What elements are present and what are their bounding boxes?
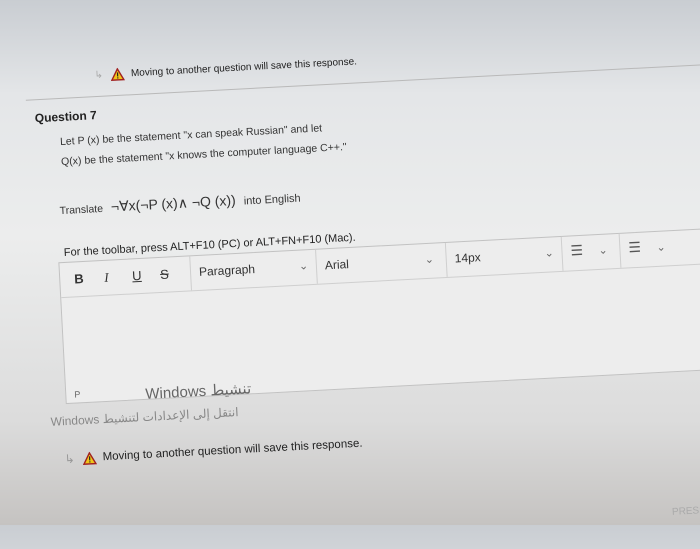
chevron-down-icon: ⌄ xyxy=(598,244,609,257)
page: ↳ Moving to another question will save t… xyxy=(0,0,700,549)
back-arrow-icon: ↳ xyxy=(64,451,76,467)
strikethrough-button[interactable]: S xyxy=(160,267,169,282)
bottom-warning-text: Moving to another question will save thi… xyxy=(102,437,363,464)
font-family-select[interactable]: Arial ⌄ xyxy=(315,242,448,284)
chevron-down-icon: ⌄ xyxy=(656,241,666,254)
bold-button[interactable]: B xyxy=(74,271,84,286)
paragraph-format-select[interactable]: Paragraph ⌄ xyxy=(189,249,318,291)
numbered-list-select[interactable]: ☰ ⌄ xyxy=(618,230,680,268)
editor-status-path: P xyxy=(74,389,81,400)
chevron-down-icon: ⌄ xyxy=(424,253,435,267)
underline-button[interactable]: U xyxy=(132,268,142,283)
top-warning-text: Moving to another question will save thi… xyxy=(130,56,358,80)
bottom-save-warning: ↳ Moving to another question will save t… xyxy=(64,437,363,467)
numbered-list-icon: ☰ xyxy=(627,238,642,256)
translate-label: Translate xyxy=(59,202,104,218)
translate-suffix: into English xyxy=(243,192,301,208)
paragraph-select-value: Paragraph xyxy=(198,261,256,279)
italic-button[interactable]: I xyxy=(104,270,109,286)
top-save-warning: ↳ Moving to another question will save t… xyxy=(94,55,357,82)
chevron-down-icon: ⌄ xyxy=(298,260,309,273)
windows-activation-text: Windows انتقل إلى الإعدادات لتنشيط xyxy=(50,405,239,429)
size-select-value: 14px xyxy=(454,250,482,266)
font-select-value: Arial xyxy=(324,257,350,273)
translate-instruction: Translate ¬∀x(¬P (x)∧ ¬Q (x)) into Engli… xyxy=(59,189,301,219)
question-label: Question 7 xyxy=(34,108,98,126)
warning-icon xyxy=(111,67,126,81)
logic-formula: ¬∀x(¬P (x)∧ ¬Q (x)) xyxy=(110,191,237,215)
bullet-list-icon: ☰ xyxy=(570,241,584,259)
chevron-down-icon: ⌄ xyxy=(544,247,555,260)
bullet-list-select[interactable]: ☰ ⌄ xyxy=(560,233,622,271)
back-arrow-icon: ↳ xyxy=(94,69,104,82)
corner-text: PRESS xyxy=(671,505,700,518)
font-size-select[interactable]: 14px ⌄ xyxy=(444,236,564,277)
warning-icon xyxy=(82,451,98,465)
